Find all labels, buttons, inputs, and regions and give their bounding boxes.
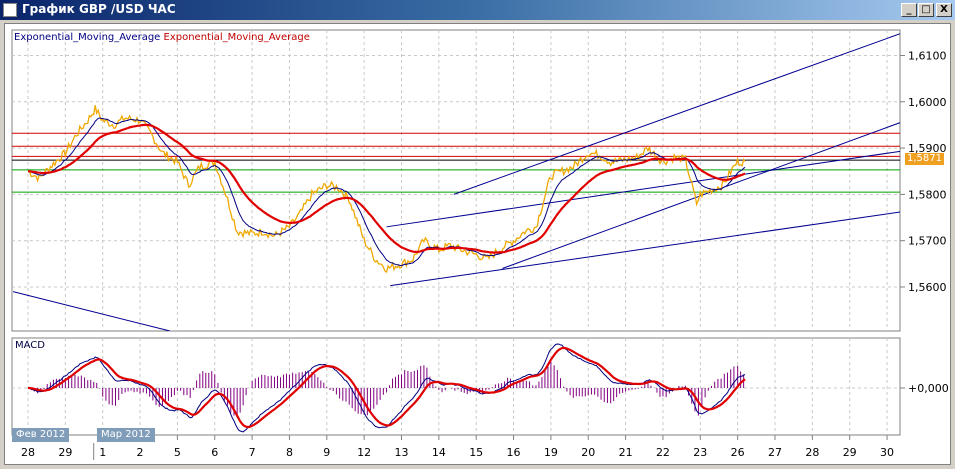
x-tick-label: 7: [249, 446, 256, 459]
current-price-tag: 1,5871: [905, 153, 944, 165]
x-tick-label: 23: [693, 446, 707, 459]
macd-label: MACD: [15, 340, 45, 351]
month-label-feb: Фев 2012: [12, 428, 70, 442]
x-tick-label: 15: [469, 446, 483, 459]
x-tick-label: 30: [880, 446, 894, 459]
x-tick-label: 21: [619, 446, 633, 459]
x-tick-label: 29: [843, 446, 857, 459]
x-tick-label: 14: [432, 446, 446, 459]
x-tick-label: 29: [58, 446, 72, 459]
x-tick-label: 27: [768, 446, 782, 459]
x-tick-label: 5: [174, 446, 181, 459]
x-tick-label: 2: [137, 446, 144, 459]
y-tick-label: 1,6100: [908, 49, 947, 62]
x-tick-label: 1: [99, 446, 106, 459]
legend-slow-ema: Exponential_Moving_Average: [163, 32, 310, 43]
y-tick-label: 1,6000: [908, 96, 947, 109]
main-panel: [11, 29, 901, 332]
month-label-mar: Мар 2012: [97, 428, 155, 442]
x-tick-label: 22: [656, 446, 670, 459]
indicator-legend: Exponential_Moving_Average Exponential_M…: [14, 32, 310, 43]
x-tick-label: 13: [395, 446, 409, 459]
y-tick-label: 1,5700: [908, 235, 947, 248]
x-tick-label: 16: [507, 446, 521, 459]
x-tick-label: 8: [286, 446, 293, 459]
x-tick-label: 26: [731, 446, 745, 459]
x-tick-label: 19: [544, 446, 558, 459]
macd-tick-label: +0,000: [908, 382, 949, 395]
x-tick-label: 28: [21, 446, 35, 459]
x-tick-label: 20: [581, 446, 595, 459]
legend-fast-ema: Exponential_Moving_Average: [14, 32, 161, 43]
y-tick-label: 1,5600: [908, 281, 947, 294]
y-tick-label: 1,5800: [908, 188, 947, 201]
x-tick-label: 9: [323, 446, 330, 459]
x-tick-label: 6: [211, 446, 218, 459]
price-chart[interactable]: 28 29 1 2 5 6 7 8 9 12 13 14 15 16 19 20 21 22 23 26 27 28 29 3…: [0, 0, 955, 469]
x-tick-label: 28: [805, 446, 819, 459]
x-tick-label: 12: [357, 446, 371, 459]
